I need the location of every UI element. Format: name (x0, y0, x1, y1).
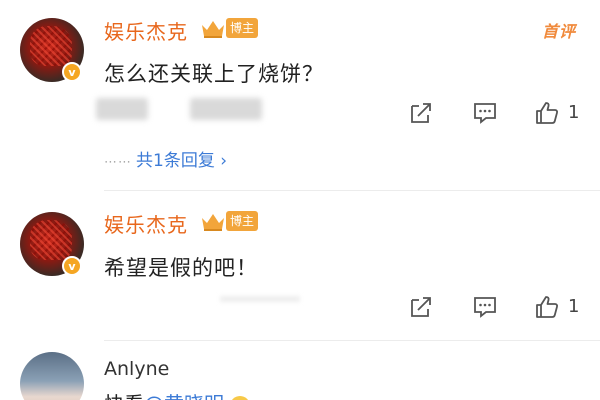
chevron-right-icon: › (214, 151, 228, 171)
comment-icon[interactable] (472, 100, 498, 126)
verified-icon: v (62, 256, 82, 276)
comment-meta (190, 98, 262, 120)
like-icon[interactable] (534, 100, 560, 126)
username[interactable]: 娱乐杰克 (104, 16, 188, 45)
comment-text: 希望是假的吧！ (104, 256, 258, 280)
username[interactable]: Anlyne (104, 358, 169, 380)
comment-text: 快看@黄晓明 (104, 388, 251, 400)
emoji-icon (230, 395, 251, 400)
replies-label: 共1条回复 (136, 151, 215, 171)
comment-icon[interactable] (472, 294, 498, 320)
divider (104, 190, 600, 191)
comment-text-prefix: 快看 (104, 392, 144, 400)
dots-icon: ⋯⋯ (104, 155, 132, 170)
comment-item: v 娱乐杰克 博主 首评 怎么还关联上了烧饼？ 1 ⋯⋯ 共1条回复 › (0, 0, 600, 191)
comment-text: 怎么还关联上了烧饼？ (104, 62, 324, 86)
blogger-badge: 博主 (226, 211, 259, 231)
share-icon[interactable] (408, 294, 434, 320)
mention-link[interactable]: @黄晓明 (144, 392, 224, 400)
share-icon[interactable] (408, 100, 434, 126)
like-icon[interactable] (534, 294, 560, 320)
comment-meta (96, 98, 148, 120)
blogger-badge: 博主 (226, 18, 259, 38)
divider (104, 340, 600, 341)
view-replies-link[interactable]: ⋯⋯ 共1条回复 › (104, 146, 227, 171)
username[interactable]: 娱乐杰克 (104, 209, 188, 238)
like-count: 1 (568, 296, 580, 317)
like-count: 1 (568, 102, 580, 123)
avatar[interactable] (20, 352, 84, 400)
first-comment-badge: 首评 (541, 22, 576, 41)
crown-icon (202, 214, 224, 231)
comment-meta (220, 296, 300, 302)
crown-icon (202, 21, 224, 38)
verified-icon: v (62, 62, 82, 82)
